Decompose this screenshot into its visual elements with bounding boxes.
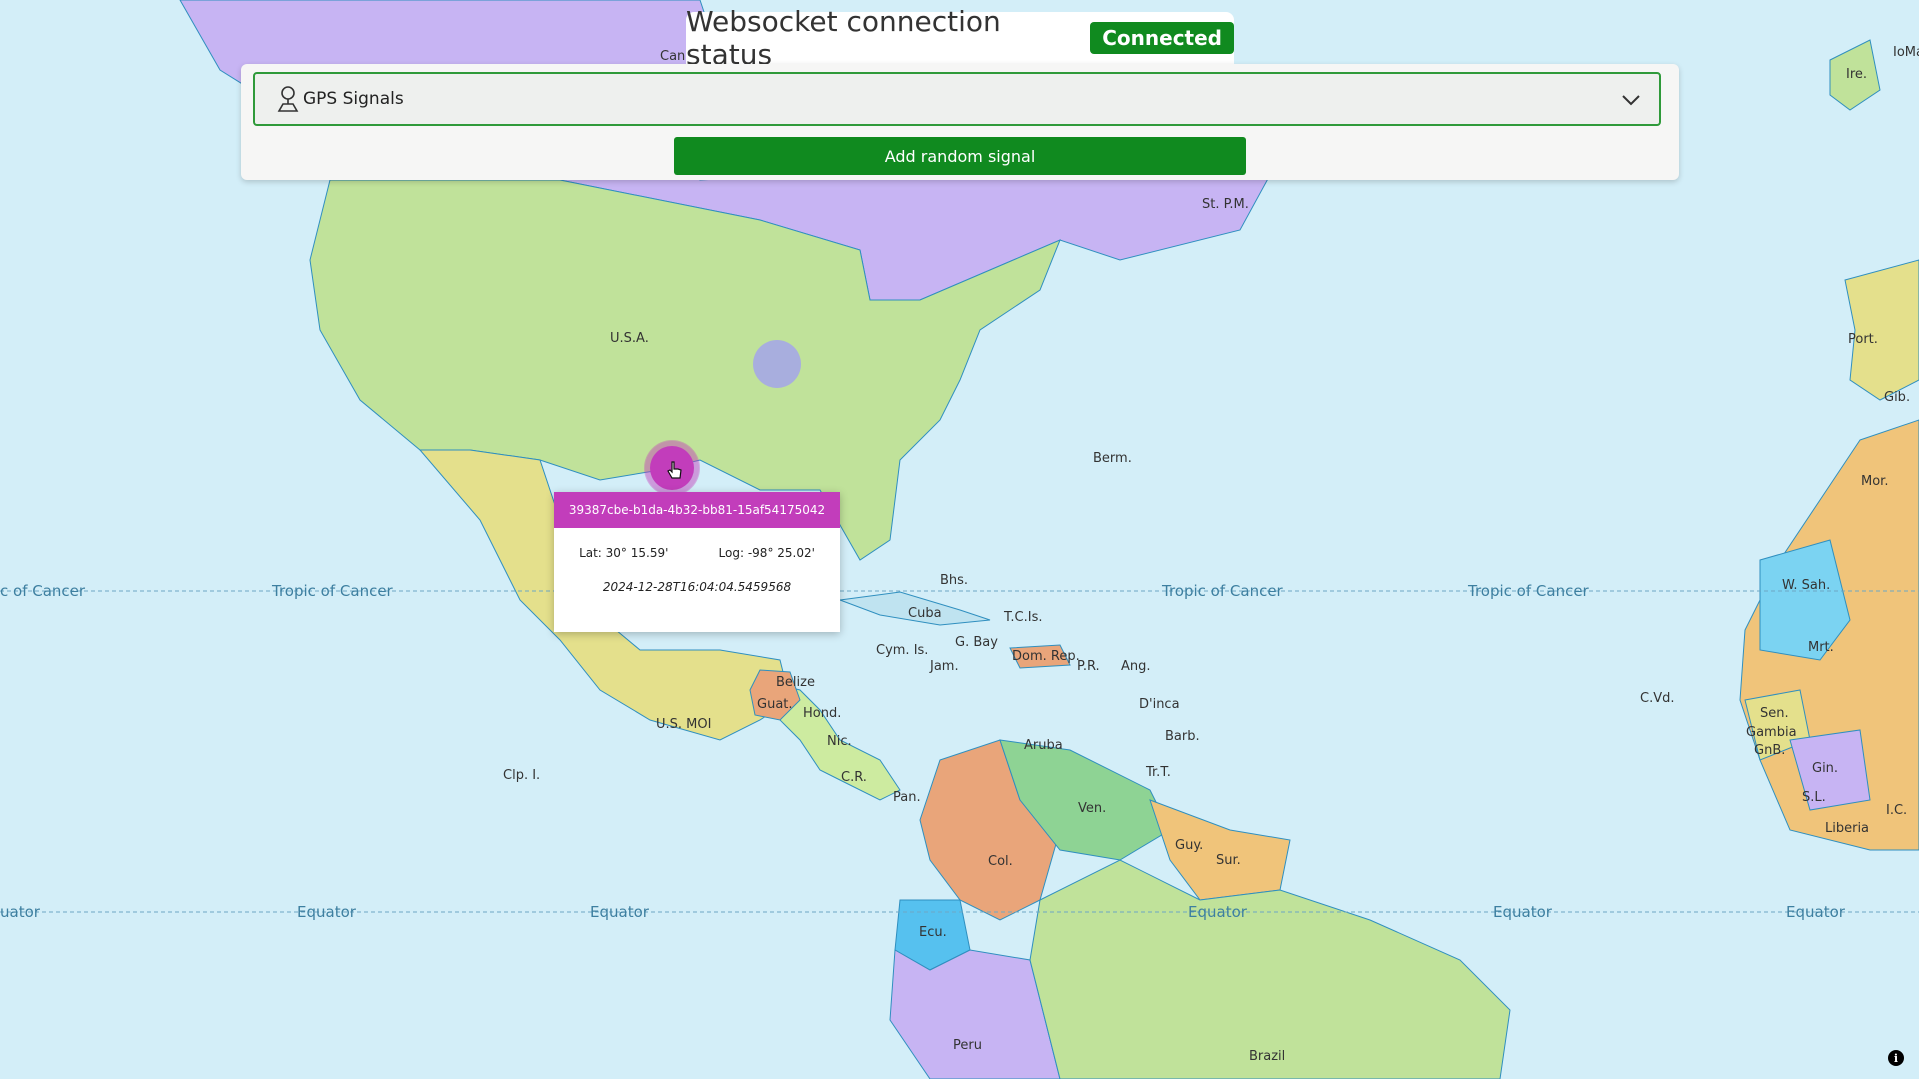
map-label: IoMa (1893, 45, 1919, 60)
map-label: Ecu. (919, 925, 947, 940)
map-label: S.L. (1802, 790, 1826, 805)
longitude: Log: -98° 25.02' (718, 546, 815, 560)
map-label: Cuba (908, 606, 942, 621)
map-label: Ven. (1078, 801, 1106, 816)
signal-id: 39387cbe-b1da-4b32-bb81-15af54175042 (554, 492, 840, 528)
signal-marker[interactable] (753, 340, 801, 388)
info-icon[interactable]: i (1888, 1050, 1904, 1066)
map-label: Belize (776, 675, 815, 690)
chevron-down-icon[interactable] (1621, 90, 1641, 110)
map-label: Hond. (803, 706, 841, 721)
map-label: Port. (1848, 332, 1878, 347)
equator-label: Equator (1188, 903, 1248, 921)
latitude: Lat: 30° 15.59' (579, 546, 669, 560)
map-label: Tr.T. (1145, 765, 1171, 780)
map-label: Aruba (1024, 738, 1063, 753)
map-label: U.S. MOI (656, 717, 711, 732)
signals-panel: GPS Signals Add random signal (241, 64, 1679, 180)
map-label: Peru (953, 1038, 982, 1053)
connection-status-bar: Websocket connection status Connected (686, 5, 1234, 71)
add-random-signal-button[interactable]: Add random signal (674, 137, 1246, 175)
map-label: Ang. (1121, 659, 1151, 674)
map-label: St. P.M. (1202, 197, 1249, 212)
map-label: D'inca (1139, 697, 1180, 712)
equator-label: Equator (1493, 903, 1553, 921)
tropic-label: Tropic of Cancer (271, 582, 394, 600)
gps-signals-select[interactable]: GPS Signals (253, 72, 1661, 126)
map-label: Sen. (1760, 706, 1789, 721)
map-label: U.S.A. (610, 331, 649, 346)
signal-coordinates: Lat: 30° 15.59' Log: -98° 25.02' (554, 546, 840, 560)
map-label: C.Vd. (1640, 691, 1675, 706)
equator-label-left: uator (0, 903, 41, 921)
map-label: GnB. (1754, 743, 1785, 758)
status-title: Websocket connection status (686, 5, 1001, 71)
tropic-label: Tropic of Cancer (1161, 582, 1284, 600)
status-badge: Connected (1090, 22, 1234, 54)
tropic-label-left: c of Cancer (0, 582, 86, 600)
map-label: Col. (988, 854, 1013, 869)
map-label: Dom. Rep. (1012, 649, 1080, 664)
map-label: Mrt. (1808, 640, 1834, 655)
map-label: Liberia (1825, 821, 1869, 836)
map-label: Barb. (1165, 729, 1200, 744)
map-label: T.C.Is. (1003, 610, 1042, 625)
map-label: Gambia (1746, 725, 1797, 740)
map-label: Guat. (757, 697, 793, 712)
signal-timestamp: 2024-12-28T16:04:04.5459568 (602, 580, 792, 594)
map-label: Cym. Is. (876, 643, 928, 658)
map-label: Can. (660, 49, 689, 64)
map-label: Mor. (1861, 474, 1888, 489)
map-label: P.R. (1077, 659, 1100, 674)
person-pin-icon (277, 86, 299, 112)
map-label: Berm. (1093, 451, 1132, 466)
hand-cursor-icon (667, 461, 682, 479)
map-label: Gib. (1884, 390, 1910, 405)
map-label: Nic. (827, 734, 852, 749)
region-iberia (1844, 259, 1919, 401)
equator-label: Equator (590, 903, 650, 921)
equator-label: Equator (297, 903, 357, 921)
tropic-label: Tropic of Cancer (1467, 582, 1590, 600)
map-label: Guy. (1175, 838, 1203, 853)
signal-popup: 39387cbe-b1da-4b32-bb81-15af54175042 Lat… (554, 492, 840, 632)
select-value: GPS Signals (303, 89, 404, 109)
map-label: Gin. (1812, 761, 1838, 776)
map-label: Pan. (893, 790, 921, 805)
equator-label: Equator (1786, 903, 1846, 921)
map-label: G. Bay (955, 635, 998, 650)
map-label: Clp. I. (503, 768, 540, 783)
map-label: Brazil (1249, 1049, 1285, 1064)
map-label: C.R. (841, 770, 867, 785)
map-label: Jam. (929, 659, 959, 674)
map-label: W. Sah. (1782, 578, 1830, 593)
map-label: Sur. (1216, 853, 1241, 868)
map-label: Bhs. (940, 573, 968, 588)
map-label: I.C. (1886, 803, 1907, 818)
map-label: Ire. (1846, 67, 1867, 82)
